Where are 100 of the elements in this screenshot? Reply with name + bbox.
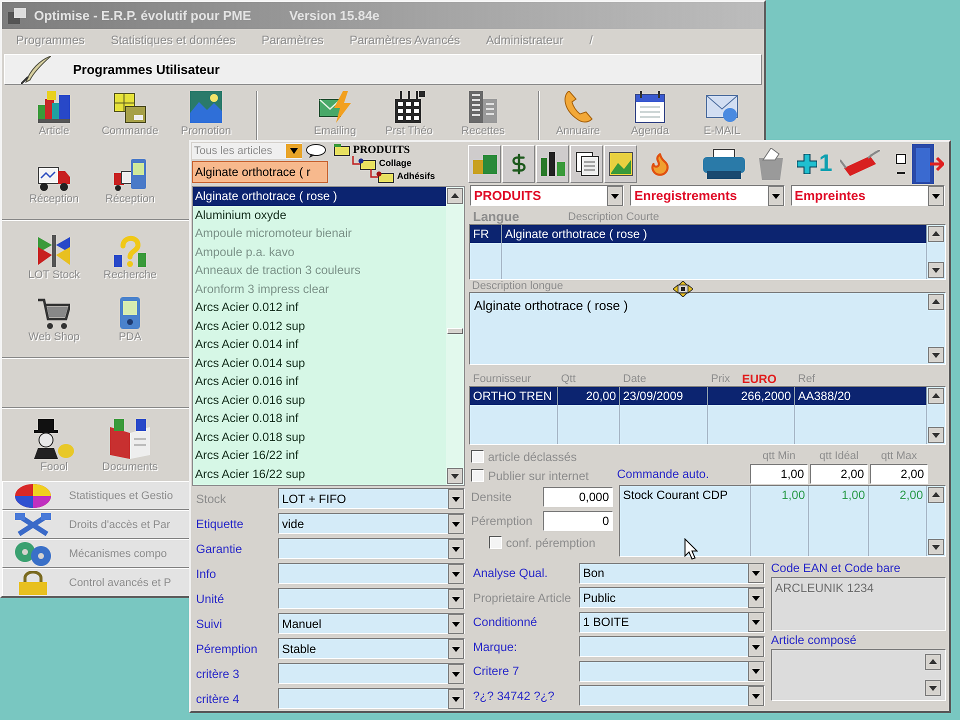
dropdown-field[interactable] bbox=[278, 688, 465, 709]
bottles-icon bbox=[540, 152, 564, 176]
table-row[interactable]: ORTHO TREN 20,00 23/09/2009 266,2000 AA388/20 bbox=[470, 387, 927, 405]
list-item[interactable]: Aluminium oxyde bbox=[193, 206, 446, 224]
search-field[interactable]: Alginate orthotrace ( r bbox=[192, 161, 328, 183]
caret-down-icon[interactable] bbox=[286, 144, 302, 158]
tree-item[interactable]: Adhésifs bbox=[370, 169, 436, 182]
field-label: Info bbox=[196, 566, 216, 580]
scroll-down-icon[interactable] bbox=[928, 347, 944, 363]
table-cell: FR bbox=[470, 225, 502, 243]
column-header: Date bbox=[623, 372, 646, 384]
caret-down-icon[interactable] bbox=[928, 186, 944, 206]
scroll-up-icon[interactable] bbox=[447, 188, 463, 204]
caret-down-icon[interactable] bbox=[448, 638, 464, 658]
scroll-up-icon[interactable] bbox=[928, 487, 944, 503]
list-item[interactable]: Arcs Acier 0.014 inf bbox=[193, 335, 446, 354]
dropdown-field[interactable] bbox=[278, 563, 465, 584]
flags-icon bbox=[38, 235, 70, 267]
column-header: Langue bbox=[473, 209, 520, 224]
caret-down-icon[interactable] bbox=[448, 538, 464, 558]
minimize-icon[interactable] bbox=[897, 172, 906, 174]
toolbar-button[interactable] bbox=[536, 145, 569, 183]
dropdown-field[interactable] bbox=[579, 660, 765, 682]
caret-down-icon[interactable] bbox=[748, 563, 764, 584]
scroll-down-icon[interactable] bbox=[928, 427, 944, 443]
list-item[interactable]: Arcs Acier 0.018 inf bbox=[193, 409, 446, 428]
tree-item[interactable]: Collage bbox=[352, 156, 436, 169]
scroll-down-icon[interactable] bbox=[925, 680, 941, 696]
caret-down-icon[interactable] bbox=[448, 664, 464, 684]
caret-down-icon[interactable] bbox=[448, 614, 464, 634]
list-item[interactable]: Arcs Acier 0.016 inf bbox=[193, 372, 446, 390]
tree-item[interactable]: PRODUITS bbox=[334, 143, 436, 156]
table-row[interactable]: FR Alginate orthotrace ( rose ) bbox=[470, 225, 927, 243]
field-label: Description longue bbox=[471, 280, 564, 292]
scroll-up-icon[interactable] bbox=[925, 654, 941, 670]
list-item[interactable]: Alginate orthotrace ( rose ) bbox=[193, 187, 446, 206]
scroll-down-icon[interactable] bbox=[928, 262, 944, 278]
list-item[interactable]: Arcs Acier 16/22 inf bbox=[193, 446, 446, 464]
dropdown-field[interactable]: Stable bbox=[278, 638, 465, 659]
scrollbar[interactable] bbox=[927, 225, 945, 279]
dropdown-field[interactable]: Bon bbox=[579, 562, 765, 584]
filter-dropdown[interactable]: Tous les articles bbox=[192, 143, 302, 159]
dropdown-field[interactable]: vide bbox=[278, 513, 465, 534]
scroll-down-icon[interactable] bbox=[928, 539, 944, 555]
caret-down-icon[interactable] bbox=[748, 661, 764, 682]
caret-down-icon[interactable] bbox=[448, 488, 464, 508]
list-item[interactable]: Arcs Acier 0.018 sup bbox=[193, 428, 446, 446]
scrollbar[interactable] bbox=[446, 187, 464, 485]
dropdown-field[interactable] bbox=[579, 636, 765, 658]
dropdown-field[interactable]: 1 BOITE bbox=[579, 612, 765, 633]
scrollbar[interactable] bbox=[927, 293, 945, 364]
caret-down-icon[interactable] bbox=[448, 688, 464, 708]
list-item[interactable]: Arcs Acier 0.016 sup bbox=[193, 390, 446, 409]
text-area[interactable]: Alginate orthotrace ( rose ) bbox=[470, 293, 927, 364]
envelope-bolt-icon bbox=[319, 91, 351, 123]
dropdown-field[interactable]: Manuel bbox=[278, 613, 465, 634]
dropdown-field[interactable] bbox=[278, 663, 465, 684]
column-header: qtt Idéal bbox=[819, 450, 859, 462]
scrollbar[interactable] bbox=[927, 387, 945, 444]
printer-icon[interactable] bbox=[703, 149, 745, 179]
field-label: Code EAN et Code bare bbox=[771, 561, 900, 575]
scrollbar-thumb[interactable] bbox=[447, 328, 463, 334]
boxes-icon bbox=[472, 152, 496, 176]
toolbar-button[interactable] bbox=[502, 145, 535, 183]
trash-bin-icon[interactable] bbox=[757, 148, 785, 180]
dropdown-field[interactable] bbox=[579, 685, 765, 706]
toolbar-button[interactable] bbox=[604, 145, 637, 183]
restore-icon[interactable] bbox=[896, 154, 906, 164]
caret-down-icon[interactable] bbox=[607, 186, 624, 206]
scroll-up-icon[interactable] bbox=[928, 226, 944, 242]
exit-door-icon[interactable] bbox=[910, 144, 944, 184]
caret-down-icon[interactable] bbox=[448, 514, 464, 534]
scroll-up-icon[interactable] bbox=[928, 294, 944, 310]
caret-down-icon[interactable] bbox=[768, 186, 784, 206]
caret-down-icon[interactable] bbox=[448, 564, 464, 584]
caret-down-icon[interactable] bbox=[748, 686, 764, 706]
number-field[interactable]: 2,00 bbox=[810, 464, 868, 484]
toolbar-button[interactable] bbox=[570, 145, 603, 183]
caret-down-icon[interactable] bbox=[748, 636, 764, 657]
caret-down-icon[interactable] bbox=[748, 588, 764, 608]
list-item[interactable]: Arcs Acier 16/22 sup bbox=[193, 464, 446, 483]
composite-list[interactable] bbox=[771, 649, 946, 701]
scrollbar[interactable] bbox=[927, 486, 945, 556]
dropdown-field[interactable] bbox=[278, 538, 465, 559]
list-item[interactable]: Arcs Acier 0.012 inf bbox=[193, 298, 446, 316]
speech-bubble-icon[interactable] bbox=[306, 144, 326, 158]
caret-down-icon[interactable] bbox=[448, 588, 464, 608]
pocket-knife-icon[interactable] bbox=[840, 150, 880, 178]
dropdown-field[interactable]: PRODUITS bbox=[470, 185, 624, 206]
number-field[interactable]: 2,00 bbox=[870, 464, 928, 484]
table-cell: 1,00 bbox=[751, 486, 809, 504]
dropdown-field[interactable] bbox=[278, 588, 465, 609]
caret-down-icon[interactable] bbox=[748, 612, 764, 632]
dropdown-field[interactable]: Enregistrements bbox=[630, 185, 785, 206]
scroll-up-icon[interactable] bbox=[928, 388, 944, 404]
number-field[interactable]: 1,00 bbox=[750, 464, 808, 484]
dropdown-field[interactable]: Empreintes bbox=[790, 185, 945, 206]
scroll-down-icon[interactable] bbox=[447, 468, 463, 484]
list-item[interactable]: Arcs Acier 0.012 sup bbox=[193, 316, 446, 335]
list-item[interactable]: Arcs Acier 0.014 sup bbox=[193, 354, 446, 372]
